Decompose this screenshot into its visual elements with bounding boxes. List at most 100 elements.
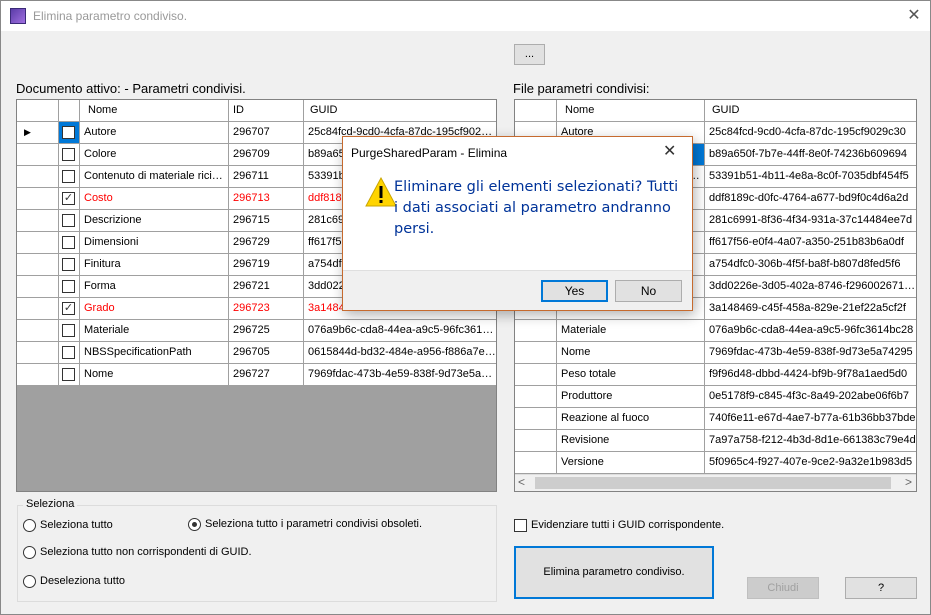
horizontal-scrollbar[interactable]: < > (515, 474, 916, 491)
row-checkbox[interactable] (62, 126, 75, 139)
row-header[interactable] (17, 320, 59, 341)
checkbox-cell[interactable] (59, 210, 80, 231)
dialog-message: Eliminare gli elementi selezionati? Tutt… (394, 179, 679, 237)
parameter-name: Nome (557, 342, 705, 363)
checkbox-cell[interactable] (59, 364, 80, 385)
help-button[interactable]: ? (845, 577, 917, 599)
highlight-guid-checkbox[interactable] (514, 519, 527, 532)
parameter-name: Colore (80, 144, 229, 165)
table-row[interactable]: Produttore 0e5178f9-c845-4f3c-8a49-202abe… (515, 386, 916, 408)
parameter-guid: ddf8189c-d0fc-4764-a677-bd9f0c4d6a2d (705, 188, 916, 209)
checkbox-cell[interactable] (59, 342, 80, 363)
select-groupbox-title: Seleziona (23, 498, 78, 510)
row-header[interactable] (515, 452, 557, 473)
parameter-name: Nome (80, 364, 229, 385)
row-header[interactable] (515, 320, 557, 341)
row-checkbox[interactable] (62, 214, 75, 227)
browse-button[interactable]: ... (514, 44, 545, 65)
parameter-guid: 281c6991-8f36-4f34-931a-37c14484ee7d (705, 210, 916, 231)
checkbox-cell[interactable] (59, 122, 80, 143)
parameter-name: Contenuto di materiale riciclato (80, 166, 229, 187)
row-header[interactable] (17, 276, 59, 297)
left-grid-label: Documento attivo: - Parametri condivisi. (16, 81, 246, 96)
column-header-guid[interactable]: GUID (304, 100, 496, 121)
yes-button[interactable]: Yes (541, 280, 608, 302)
row-header[interactable] (515, 342, 557, 363)
column-header-id[interactable]: ID (229, 100, 304, 121)
delete-shared-parameter-button[interactable]: Elimina parametro condiviso. (514, 546, 714, 599)
select-option-label[interactable]: Seleziona tutto non corrispondenti di GU… (40, 546, 252, 558)
no-button[interactable]: No (615, 280, 682, 302)
row-checkbox[interactable] (62, 148, 75, 161)
row-header[interactable] (17, 166, 59, 187)
scroll-left-icon[interactable]: < (518, 475, 525, 489)
column-header-guid[interactable]: GUID (705, 100, 916, 121)
scrollbar-thumb[interactable] (535, 477, 891, 489)
row-header[interactable] (515, 430, 557, 451)
row-header[interactable] (17, 364, 59, 385)
parameter-name: Versione (557, 452, 705, 473)
checkbox-cell[interactable] (59, 232, 80, 253)
column-header-nome[interactable]: Nome (557, 100, 705, 121)
right-grid-label: File parametri condivisi: (513, 81, 650, 96)
parameter-id: 296723 (229, 298, 304, 319)
table-row[interactable]: NBSSpecificationPath 296705 0615844d-bd32-… (17, 342, 496, 364)
row-checkbox[interactable] (62, 280, 75, 293)
scroll-right-icon[interactable]: > (905, 475, 912, 489)
close-window-button[interactable]: ✕ (899, 4, 929, 28)
checkbox-cell[interactable]: ✓ (59, 298, 80, 319)
table-row[interactable]: Materiale 296725 076a9b6c-cda8-44ea-a9c5-9… (17, 320, 496, 342)
parameter-guid: 0615844d-bd32-484e-a956-f886a7e3f0a1 (304, 342, 496, 363)
row-header[interactable]: ▶ (17, 122, 59, 143)
checkbox-cell[interactable] (59, 320, 80, 341)
row-header[interactable] (17, 342, 59, 363)
select-option-label[interactable]: Seleziona tutto (40, 519, 113, 531)
column-header-nome[interactable]: Nome (80, 100, 229, 121)
parameter-guid: 7969fdac-473b-4e59-838f-9d73e5a74295 (304, 364, 496, 385)
row-header[interactable] (17, 254, 59, 275)
parameter-id: 296727 (229, 364, 304, 385)
row-header[interactable] (17, 298, 59, 319)
row-checkbox[interactable] (62, 324, 75, 337)
parameter-guid: 5f0965c4-f927-407e-9ce2-9a32e1b983d5 (705, 452, 916, 473)
row-checkbox[interactable]: ✓ (62, 302, 75, 315)
select-option-radio[interactable] (188, 518, 201, 531)
parameter-name: Finitura (80, 254, 229, 275)
table-row[interactable]: Peso totale f9f96d48-dbbd-4424-bf9b-9f78a… (515, 364, 916, 386)
table-row[interactable]: Revisione 7a97a758-f212-4b3d-8d1e-661383c… (515, 430, 916, 452)
row-header[interactable] (17, 144, 59, 165)
checkbox-cell[interactable] (59, 166, 80, 187)
row-checkbox[interactable] (62, 346, 75, 359)
table-row[interactable]: Reazione al fuoco 740f6e11-e67d-4ae7-b77a… (515, 408, 916, 430)
checkbox-cell[interactable] (59, 144, 80, 165)
checkbox-cell[interactable] (59, 254, 80, 275)
table-row[interactable]: Nome 296727 7969fdac-473b-4e59-838f-9d73e5… (17, 364, 496, 386)
row-header[interactable] (515, 364, 557, 385)
select-option-radio[interactable] (23, 519, 36, 532)
select-option-radio[interactable] (23, 546, 36, 559)
parameter-id: 296721 (229, 276, 304, 297)
row-header[interactable] (515, 408, 557, 429)
parameter-name: Materiale (557, 320, 705, 341)
row-checkbox[interactable] (62, 170, 75, 183)
select-option-radio[interactable] (23, 575, 36, 588)
row-header[interactable] (17, 188, 59, 209)
table-row[interactable]: Nome 7969fdac-473b-4e59-838f-9d73e5a74295 (515, 342, 916, 364)
select-option-label[interactable]: Deseleziona tutto (40, 575, 125, 587)
checkbox-cell[interactable]: ✓ (59, 188, 80, 209)
parameter-id: 296729 (229, 232, 304, 253)
checkbox-cell[interactable] (59, 276, 80, 297)
table-row[interactable]: Versione 5f0965c4-f927-407e-9ce2-9a32e1b9… (515, 452, 916, 474)
row-header[interactable] (17, 210, 59, 231)
row-checkbox[interactable] (62, 368, 75, 381)
table-row[interactable]: Materiale 076a9b6c-cda8-44ea-a9c5-96fc361… (515, 320, 916, 342)
parameter-guid: 0e5178f9-c845-4f3c-8a49-202abe06f6b7 (705, 386, 916, 407)
row-checkbox[interactable]: ✓ (62, 192, 75, 205)
row-header[interactable] (17, 232, 59, 253)
row-checkbox[interactable] (62, 236, 75, 249)
select-option-label[interactable]: Seleziona tutto i parametri condivisi ob… (205, 518, 422, 530)
row-header[interactable] (515, 386, 557, 407)
dialog-close-button[interactable]: ✕ (663, 141, 676, 161)
close-button[interactable]: Chiudi (747, 577, 819, 599)
row-checkbox[interactable] (62, 258, 75, 271)
